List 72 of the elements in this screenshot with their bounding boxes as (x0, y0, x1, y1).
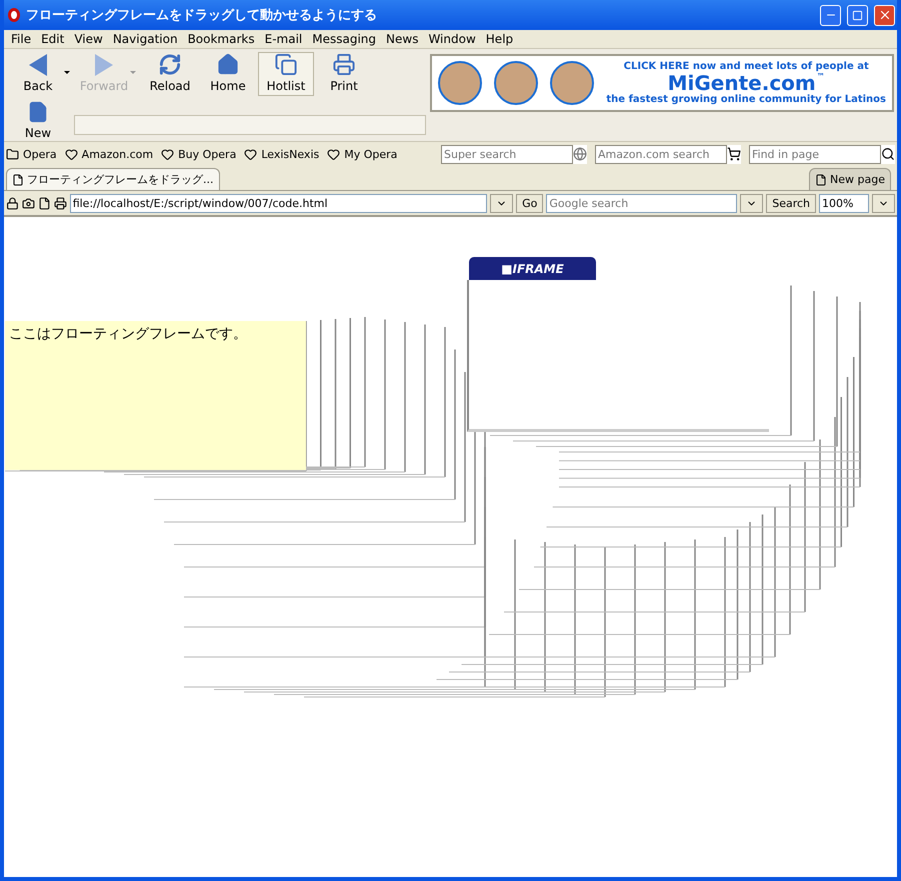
menu-item[interactable]: Bookmarks (182, 32, 260, 46)
heart-icon (244, 148, 258, 160)
search-field[interactable]: Find in page (749, 144, 881, 164)
dropdown-button[interactable] (872, 194, 896, 212)
search-button[interactable]: Search (766, 194, 816, 212)
heart-icon (327, 148, 340, 160)
search-field[interactable]: Amazon.com search (595, 144, 727, 164)
globe-icon[interactable] (573, 147, 587, 161)
maximize-button[interactable] (847, 4, 868, 26)
ad-banner[interactable]: CLICK HERE now and meet lots of people at MiGente.com™ the fastest growing online community for Latinos (430, 54, 894, 112)
menu-item[interactable]: News (381, 32, 424, 46)
menu-item[interactable]: Help (480, 32, 518, 46)
print-icon[interactable] (54, 196, 67, 210)
close-button[interactable] (874, 4, 895, 26)
bookmark-link[interactable]: My Opera (327, 148, 398, 160)
maximize-icon (852, 10, 863, 20)
page-icon (12, 174, 24, 186)
ad-headline: CLICK HERE now and meet lots of people at (624, 61, 869, 72)
toolbar-button[interactable]: Hotlist (258, 52, 314, 96)
new-page-icon (27, 101, 49, 123)
menu-item[interactable]: Navigation (108, 32, 183, 46)
toolbar-button[interactable]: Print (316, 52, 372, 96)
browser-logo-icon (8, 8, 20, 22)
bookmark-link[interactable]: LexisNexis (244, 148, 320, 160)
address-field[interactable]: file://localhost/E:/script/window/007/code.html (70, 194, 488, 212)
print-icon (332, 53, 356, 76)
forward-arrow-icon (93, 53, 115, 76)
brand-name: MiGente.com (668, 72, 816, 94)
cart-icon[interactable] (727, 147, 741, 161)
dropdown-button[interactable] (740, 194, 764, 212)
avatar-circle (438, 61, 482, 105)
search-icon[interactable] (881, 147, 895, 161)
camera-icon[interactable] (22, 196, 35, 210)
window-title: フローティングフレームをドラッグして動かせるようにする (26, 7, 378, 24)
toolbar-button[interactable]: New (10, 99, 66, 143)
avatar-circle (550, 61, 594, 105)
lock-icon[interactable] (6, 196, 19, 210)
ad-tagline: the fastest growing online community for Latinos (606, 94, 886, 105)
home-icon (216, 53, 240, 76)
cards-icon (274, 53, 298, 76)
google-search-field[interactable]: Google search (546, 194, 738, 212)
minimize-button[interactable] (820, 4, 841, 26)
dropdown-caret-icon[interactable] (64, 71, 70, 74)
go-button[interactable]: Go (516, 194, 544, 212)
menu-item[interactable]: Window (423, 32, 481, 46)
browser-tab[interactable]: フローティングフレームをドラッグ... (6, 168, 220, 190)
reload-icon (158, 53, 182, 76)
bookmark-link[interactable]: Buy Opera (161, 148, 236, 160)
page-icon[interactable] (38, 196, 51, 210)
toolbar-button[interactable]: Home (200, 52, 256, 96)
back-arrow-icon (27, 53, 49, 76)
menu-item[interactable]: Edit (36, 32, 70, 46)
browser-tab[interactable]: New page (809, 168, 891, 190)
toolbar-button[interactable]: Back (10, 52, 66, 96)
bookmark-link[interactable]: Amazon.com (64, 148, 154, 160)
toolbar-button[interactable]: Reload (142, 52, 198, 96)
heart-icon (64, 148, 78, 160)
avatar-circle (494, 61, 538, 105)
floating-frame-text[interactable]: ここはフローティングフレームです。 (5, 321, 306, 470)
iframe-handle[interactable]: ■IFRAME (469, 257, 596, 280)
search-field[interactable]: Super search (441, 144, 573, 164)
menu-item[interactable]: Messaging (307, 32, 382, 46)
page-icon (815, 174, 828, 186)
heart-icon (161, 148, 174, 160)
zoom-field[interactable]: 100% (819, 194, 870, 212)
folder-icon (6, 148, 19, 160)
menu-item[interactable]: E-mail (260, 32, 308, 46)
bookmark-link[interactable]: Opera (6, 148, 57, 160)
dropdown-button[interactable] (490, 194, 514, 212)
menu-item[interactable]: View (69, 32, 108, 46)
trademark-sign: ™ (816, 72, 825, 81)
menu-item[interactable]: File (6, 32, 36, 46)
